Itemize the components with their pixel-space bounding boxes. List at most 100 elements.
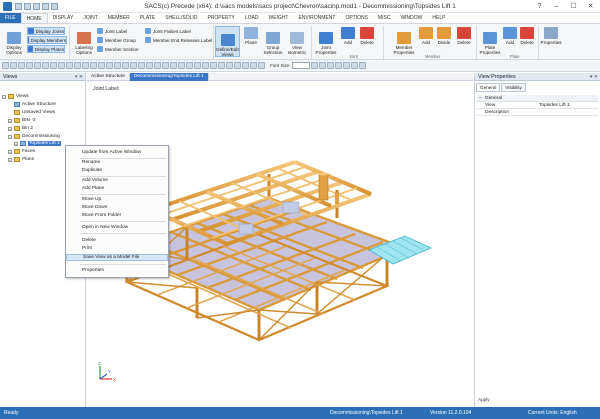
help-button[interactable]: ? xyxy=(532,2,547,11)
joint-properties-button[interactable]: Joint Properties xyxy=(313,27,339,55)
expand-icon[interactable]: + xyxy=(8,126,12,131)
toolbar-color-icon[interactable] xyxy=(170,62,177,69)
toolbar-zoom-in-icon[interactable] xyxy=(58,62,65,69)
member-section-toggle[interactable]: Member Section xyxy=(97,46,138,52)
define-edit-views-button[interactable]: Define/Edit Views xyxy=(215,26,240,57)
display-members-toggle[interactable]: Display Members xyxy=(27,36,67,44)
menu-open-in-new-window[interactable]: Open in New Window xyxy=(66,224,168,231)
toolbar-align-icon[interactable] xyxy=(250,62,257,69)
toolbar-view-y-icon[interactable] xyxy=(106,62,113,69)
pin-icon[interactable]: ▾ ✕ xyxy=(75,73,83,81)
tree-item-bin-2[interactable]: + Bin 2 xyxy=(8,126,33,131)
tab-home[interactable]: HOME xyxy=(20,13,48,23)
menu-move-down[interactable]: Move Down xyxy=(66,204,168,211)
toolbar-highlight-icon[interactable] xyxy=(242,62,249,69)
tab-general[interactable]: General xyxy=(476,83,501,92)
toolbar-rotate-icon[interactable] xyxy=(90,62,97,69)
joint-add-button[interactable]: Add xyxy=(339,27,357,45)
tab-joint[interactable]: JOINT xyxy=(78,13,102,23)
toolbar-fill-icon[interactable] xyxy=(194,62,201,69)
toolbar-pan-icon[interactable] xyxy=(82,62,89,69)
toolbar-font-icon[interactable] xyxy=(226,62,233,69)
font-size-select[interactable] xyxy=(292,62,311,69)
labeling-options-button[interactable]: Labeling Options xyxy=(72,27,96,55)
menu-save-view-as-model-file[interactable]: Save View as a Model File xyxy=(66,254,168,261)
toolbar-section-icon[interactable] xyxy=(178,62,185,69)
toolbar-grid-icon[interactable] xyxy=(146,62,153,69)
toolbar-select-icon[interactable] xyxy=(50,62,57,69)
toolbar-label-icon[interactable] xyxy=(162,62,169,69)
member-group-toggle[interactable]: Member Group xyxy=(97,37,136,43)
toolbar-open-icon[interactable] xyxy=(10,62,17,69)
tree-item-decommissioning[interactable]: − Decommissioning xyxy=(8,134,60,139)
tab-options[interactable]: OPTIONS xyxy=(340,13,373,23)
member-delete-button[interactable]: Delete xyxy=(455,27,473,45)
property-row-description[interactable]: Description xyxy=(477,109,598,116)
view-name-value[interactable]: Topsides Lift 1 xyxy=(539,102,570,109)
toolbar-node-icon[interactable] xyxy=(327,62,335,69)
toolbar-tools-icon[interactable] xyxy=(258,62,265,69)
toolbar-undo-icon[interactable] xyxy=(34,62,41,69)
properties-button[interactable]: Properties xyxy=(539,27,563,45)
view-isometric-button[interactable]: View Isometric xyxy=(286,27,308,55)
doc-tab-active-structure[interactable]: Active Structure xyxy=(87,73,130,81)
tab-file[interactable]: FILE xyxy=(0,13,21,23)
toolbar-plate-icon[interactable] xyxy=(343,62,351,69)
display-plates-toggle[interactable]: Display Plates xyxy=(27,45,65,53)
toolbar-check-icon[interactable] xyxy=(359,62,367,69)
toolbar-print-icon[interactable] xyxy=(26,62,33,69)
tab-environment[interactable]: ENVIRONMENT xyxy=(293,13,340,23)
tab-load[interactable]: LOAD xyxy=(240,13,264,23)
display-joints-toggle[interactable]: Display Joints xyxy=(27,27,65,35)
expand-icon[interactable]: + xyxy=(8,157,12,162)
plate-properties-button[interactable]: Plate Properties xyxy=(478,27,502,55)
menu-properties[interactable]: Properties xyxy=(66,267,168,274)
toolbar-view-x-icon[interactable] xyxy=(98,62,105,69)
toolbar-italic-icon[interactable] xyxy=(218,62,225,69)
menu-move-from-folder[interactable]: Move From Folder xyxy=(66,212,168,219)
menu-move-up[interactable]: Move Up xyxy=(66,196,168,203)
toolbar-new-icon[interactable] xyxy=(2,62,9,69)
toolbar-view-z-icon[interactable] xyxy=(114,62,121,69)
menu-add-plane[interactable]: Add Plane xyxy=(66,185,168,192)
tree-item-bin-3[interactable]: + BIN -3 xyxy=(8,118,36,123)
toolbar-font-color-icon[interactable] xyxy=(234,62,241,69)
joint-fixities-label-toggle[interactable]: Joint Fixities Label xyxy=(145,28,191,34)
tree-item-plans[interactable]: + Plans xyxy=(8,157,34,162)
plate-add-button[interactable]: Add xyxy=(502,27,518,45)
pin-icon[interactable]: ▾ ✕ xyxy=(590,73,598,81)
tree-item-unsaved-views[interactable]: Unsaved Views xyxy=(14,110,55,115)
tree-item-faces[interactable]: + Faces xyxy=(8,149,35,154)
plate-delete-button[interactable]: Delete xyxy=(518,27,536,45)
member-add-button[interactable]: Add xyxy=(418,27,434,45)
toolbar-render-icon[interactable] xyxy=(130,62,137,69)
toolbar-redo-icon[interactable] xyxy=(42,62,49,69)
toolbar-line-icon[interactable] xyxy=(335,62,343,69)
toolbar-arrow-icon[interactable] xyxy=(311,62,319,69)
minimize-button[interactable]: – xyxy=(549,2,564,11)
menu-delete[interactable]: Delete xyxy=(66,237,168,244)
joint-label-toggle[interactable]: Joint Label xyxy=(97,28,127,34)
toolbar-zoom-out-icon[interactable] xyxy=(66,62,73,69)
toolbar-snap-icon[interactable] xyxy=(319,62,327,69)
maximize-button[interactable]: ☐ xyxy=(566,2,581,11)
tree-item-active-structure[interactable]: Active Structure xyxy=(14,102,56,107)
menu-rename[interactable]: Rename xyxy=(66,159,168,166)
member-properties-button[interactable]: Member Properties xyxy=(390,27,418,55)
member-divide-button[interactable]: Divide xyxy=(434,27,454,45)
expand-icon[interactable]: + xyxy=(14,141,18,146)
toolbar-text-icon[interactable] xyxy=(202,62,209,69)
toolbar-save-icon[interactable] xyxy=(18,62,25,69)
toolbar-zoom-fit-icon[interactable] xyxy=(74,62,81,69)
apply-button[interactable]: Apply xyxy=(478,397,490,402)
collapse-icon[interactable]: − xyxy=(8,134,12,139)
tab-help[interactable]: HELP xyxy=(427,13,450,23)
tab-display[interactable]: DISPLAY xyxy=(48,13,79,23)
tree-root-views[interactable]: − Views xyxy=(2,94,29,99)
expand-icon[interactable]: + xyxy=(8,149,12,154)
group-selection-button[interactable]: Group Selection xyxy=(261,27,285,55)
toolbar-iso-icon[interactable] xyxy=(122,62,129,69)
tab-property[interactable]: PROPERTY xyxy=(202,13,239,23)
tab-weight[interactable]: WEIGHT xyxy=(263,13,293,23)
plane-button[interactable]: Plane xyxy=(242,27,260,45)
